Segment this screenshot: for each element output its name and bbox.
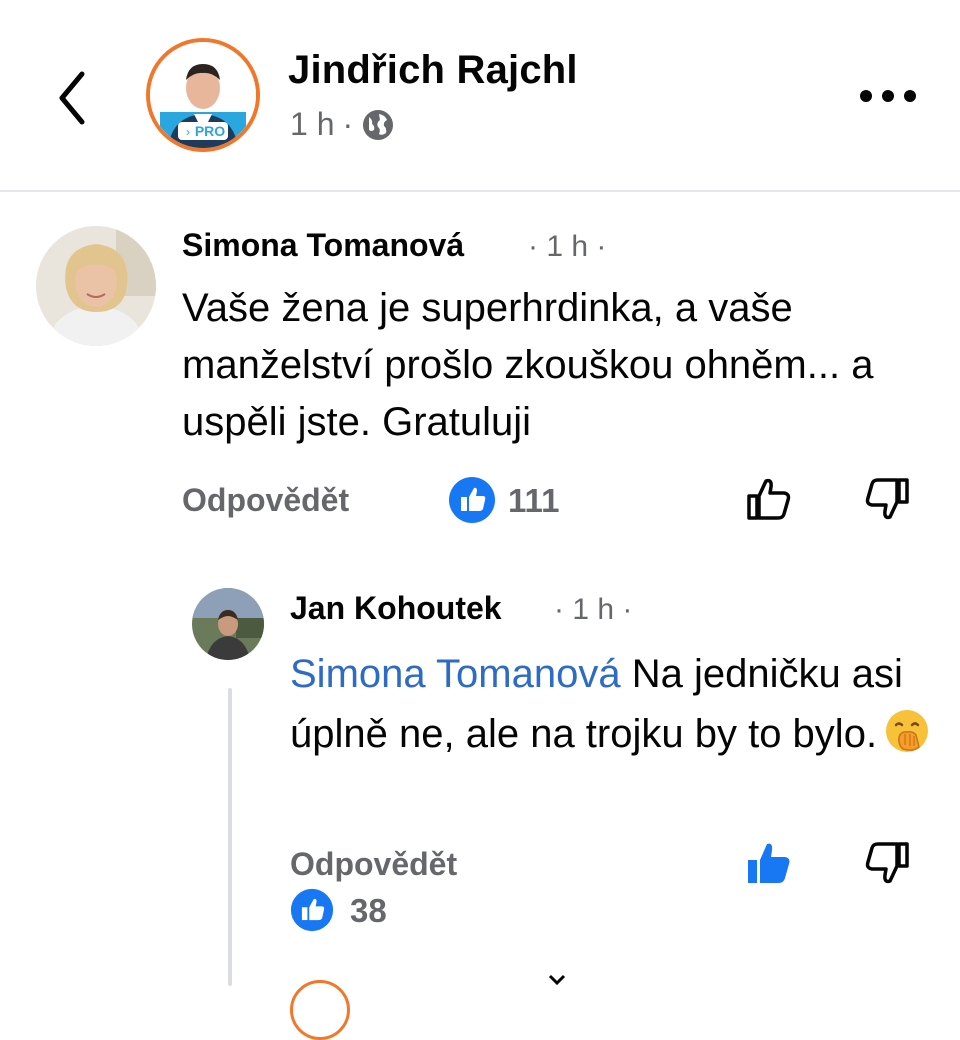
face-with-hand-over-mouth-emoji-icon (886, 710, 929, 752)
thumbs-up-outline-icon[interactable] (744, 474, 794, 524)
reply-button[interactable]: Odpovědět (182, 482, 349, 519)
comment-author[interactable]: Simona Tomanová (182, 227, 464, 264)
header-divider (0, 190, 960, 192)
commenter-avatar[interactable] (36, 226, 156, 346)
thumbs-up-filled-icon[interactable] (744, 838, 794, 888)
like-badge-icon[interactable] (290, 888, 334, 932)
comment-text: Simona Tomanová Na jedničku asi úplně ne… (290, 644, 940, 764)
comment-text: Vaše žena je superhrdinka, a vaše manžel… (182, 286, 874, 444)
post-meta: 1 h · (290, 106, 395, 143)
like-count[interactable]: 38 (350, 892, 387, 930)
comment-time: · 1 h · (554, 593, 633, 626)
svg-text:›: › (186, 125, 190, 139)
commenter-avatar[interactable] (192, 588, 264, 660)
thumbs-down-outline-icon[interactable] (862, 838, 912, 888)
thread-line (228, 688, 232, 986)
comment-time: · 1 h · (528, 230, 607, 263)
chevron-left-icon (59, 71, 85, 125)
meta-separator: · (342, 106, 354, 142)
reply-button[interactable]: Odpovědět (290, 846, 457, 883)
thumbs-down-outline-icon[interactable] (862, 474, 912, 524)
globe-icon (363, 109, 394, 140)
post-time: 1 h (290, 106, 335, 142)
like-count[interactable]: 111 (508, 482, 559, 520)
page-name[interactable]: Jindřich Rajchl (288, 48, 578, 93)
back-button[interactable] (48, 66, 96, 130)
more-options-button[interactable] (856, 82, 920, 110)
next-commenter-avatar[interactable] (290, 980, 350, 1040)
mention-link[interactable]: Simona Tomanová (290, 652, 621, 696)
page-avatar[interactable]: PRO › (146, 38, 260, 152)
comment-author[interactable]: Jan Kohoutek (290, 590, 502, 627)
more-horizontal-icon (860, 90, 916, 102)
like-badge-icon[interactable] (448, 476, 496, 524)
caron-fragment-icon (548, 974, 566, 986)
avatar-badge-text: PRO (195, 123, 225, 139)
